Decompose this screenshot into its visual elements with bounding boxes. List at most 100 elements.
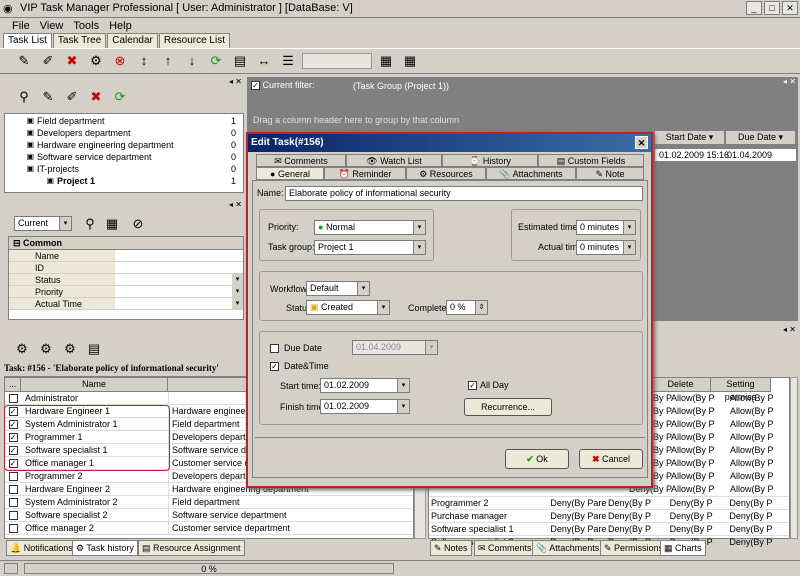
- tab-comments-dlg[interactable]: ✉ Comments: [256, 154, 346, 167]
- cancel-button[interactable]: ✖ Cancel: [579, 449, 643, 469]
- resource-icon-3[interactable]: ⚙: [60, 339, 80, 359]
- task-row[interactable]: 01.02.2009 15:16 01.04.2009: [655, 149, 796, 161]
- expand-icon[interactable]: ↔: [254, 51, 274, 71]
- menu-file[interactable]: File: [12, 18, 30, 34]
- tab-charts[interactable]: ▦ Charts: [660, 540, 706, 556]
- refresh-groups-icon[interactable]: ⟳: [110, 87, 130, 107]
- tab-note[interactable]: ✎ Note: [576, 167, 644, 180]
- tree-item[interactable]: ▣ Project 1 1: [23, 175, 243, 187]
- panel-controls[interactable]: ◂ ✕: [229, 77, 242, 86]
- dialog-close-button[interactable]: ✕: [635, 136, 648, 149]
- add-group-icon[interactable]: ✎: [38, 87, 58, 107]
- panel-controls-3[interactable]: ◂ ✕: [783, 77, 796, 86]
- tab-resource-list[interactable]: Resource List: [158, 33, 230, 48]
- property-row[interactable]: Actual Time ▾: [9, 298, 243, 310]
- panel-controls-2[interactable]: ◂ ✕: [229, 200, 242, 209]
- tab-calendar[interactable]: Calendar: [107, 33, 158, 48]
- properties-icon[interactable]: ⚙: [86, 51, 106, 71]
- folder-icon[interactable]: ▤: [230, 51, 250, 71]
- permission-row[interactable]: Software specialist 1 Deny(By Pare Deny(By…: [429, 522, 789, 535]
- tab-resources[interactable]: ⚙ Resources: [406, 167, 486, 180]
- tab-resource-assignment[interactable]: ▤ Resource Assignment: [138, 540, 245, 556]
- tab-task-tree[interactable]: Task Tree: [52, 33, 107, 48]
- edit-group-icon[interactable]: ✐: [62, 87, 82, 107]
- tab-permissions[interactable]: ✎ Permissions: [600, 540, 668, 556]
- resource-options-icon[interactable]: ▤: [84, 339, 104, 359]
- due-date-checkbox[interactable]: [270, 344, 279, 353]
- actual-time-select[interactable]: 0 minutes ▾: [576, 240, 636, 255]
- property-row[interactable]: ID: [9, 262, 243, 274]
- tab-general[interactable]: ● General: [256, 167, 324, 180]
- tree-item[interactable]: ▣ IT-projects 0: [23, 163, 243, 175]
- tab-attachments[interactable]: 📎 Attachments: [532, 540, 604, 556]
- permission-row[interactable]: Programmer 2 Deny(By Pare Deny(By P Deny(By…: [429, 496, 789, 509]
- refresh-icon[interactable]: ⟳: [206, 51, 226, 71]
- remove-icon[interactable]: ⊗: [110, 51, 130, 71]
- delete-group-icon[interactable]: ✖: [86, 87, 106, 107]
- column-start-date[interactable]: Start Date ▾: [655, 131, 725, 145]
- current-filter-checkbox[interactable]: ✓: [251, 81, 260, 91]
- tree-item[interactable]: ▣ Developers department 0: [23, 127, 243, 139]
- resource-checkbox[interactable]: [8, 485, 18, 495]
- ok-button[interactable]: ✔ Ok: [505, 449, 569, 469]
- property-row[interactable]: Priority ▾: [9, 286, 243, 298]
- finish-time-input[interactable]: 01.02.2009 ▾: [320, 399, 410, 414]
- arrow-up-icon[interactable]: ↑: [158, 51, 178, 71]
- panel-controls-4[interactable]: ◂ ✕: [783, 325, 796, 334]
- col-setting[interactable]: Setting permiss: [711, 378, 771, 402]
- chevron-down-icon[interactable]: ▾: [232, 286, 243, 297]
- property-row[interactable]: Status ▾: [9, 274, 243, 286]
- minimize-button[interactable]: _: [746, 1, 762, 15]
- resource-row[interactable]: Office manager 2 Customer service departm…: [5, 522, 413, 535]
- datetime-checkbox[interactable]: ✓: [270, 362, 279, 371]
- all-day-checkbox[interactable]: ✓: [468, 381, 477, 390]
- tab-attachments-dlg[interactable]: 📎 Attachments: [486, 167, 576, 180]
- grid-options-icon[interactable]: ▦: [400, 51, 420, 71]
- col-check[interactable]: ...: [5, 378, 21, 392]
- resource-checkbox[interactable]: [8, 498, 18, 508]
- name-input[interactable]: Elaborate policy of informational securi…: [285, 186, 643, 201]
- tab-task-history[interactable]: ⚙ Task history: [72, 540, 138, 556]
- priority-select[interactable]: ● Normal ▾: [314, 220, 426, 235]
- tab-task-list[interactable]: Task List: [3, 33, 52, 48]
- tab-notes[interactable]: ✎ Notes: [430, 540, 472, 556]
- menu-tools[interactable]: Tools: [73, 18, 99, 34]
- list-icon[interactable]: ☰: [278, 51, 298, 71]
- menu-view[interactable]: View: [40, 18, 64, 34]
- tree-item[interactable]: ▣ Hardware engineering department 0: [23, 139, 243, 151]
- permissions-scrollbar[interactable]: [790, 377, 798, 539]
- tree-item[interactable]: ▣ Field department 1: [23, 115, 243, 127]
- maximize-button[interactable]: □: [764, 1, 780, 15]
- task-group-select[interactable]: Project 1 ▾: [314, 240, 426, 255]
- new-task-icon[interactable]: ✎: [14, 51, 34, 71]
- grid-icon[interactable]: ▦: [376, 51, 396, 71]
- permission-row[interactable]: Purchase manager Deny(By Pare Deny(By P Den…: [429, 509, 789, 522]
- view-select[interactable]: Current ▾: [14, 216, 72, 231]
- tab-custom-fields[interactable]: ▤ Custom Fields: [538, 154, 644, 167]
- col-delete[interactable]: Delete: [651, 378, 711, 392]
- resource-row[interactable]: Software specialist 2 Software service de…: [5, 509, 413, 522]
- complete-spinner[interactable]: 0 % ⇕: [446, 300, 488, 315]
- resource-icon-1[interactable]: ⚙: [12, 339, 32, 359]
- section-header[interactable]: ⊟ Common: [9, 237, 243, 250]
- resource-checkbox[interactable]: [8, 524, 18, 534]
- column-due-date[interactable]: Due Date ▾: [726, 131, 796, 145]
- workflow-select[interactable]: Default ▾: [306, 281, 370, 296]
- tree-item[interactable]: ▣ Software service department 0: [23, 151, 243, 163]
- menu-help[interactable]: Help: [109, 18, 132, 34]
- estimated-time-select[interactable]: 0 minutes ▾: [576, 220, 636, 235]
- filter-options-icon[interactable]: ▦: [102, 214, 122, 234]
- resource-checkbox[interactable]: [8, 472, 18, 482]
- tab-history[interactable]: ⌚ History: [442, 154, 538, 167]
- sort-icon[interactable]: ↕: [134, 51, 154, 71]
- close-button[interactable]: ✕: [782, 1, 798, 15]
- resource-checkbox[interactable]: [8, 394, 18, 404]
- toolbar-combo[interactable]: [302, 53, 372, 69]
- filter-funnel-icon[interactable]: ⚲: [80, 214, 100, 234]
- resource-icon-2[interactable]: ⚙: [36, 339, 56, 359]
- chevron-down-icon[interactable]: ▾: [232, 274, 243, 285]
- property-row[interactable]: Name: [9, 250, 243, 262]
- recurrence-button[interactable]: Recurrence...: [464, 398, 552, 416]
- tab-comments[interactable]: ✉ Comments: [474, 540, 536, 556]
- tab-watch-list[interactable]: 👁 Watch List: [346, 154, 442, 167]
